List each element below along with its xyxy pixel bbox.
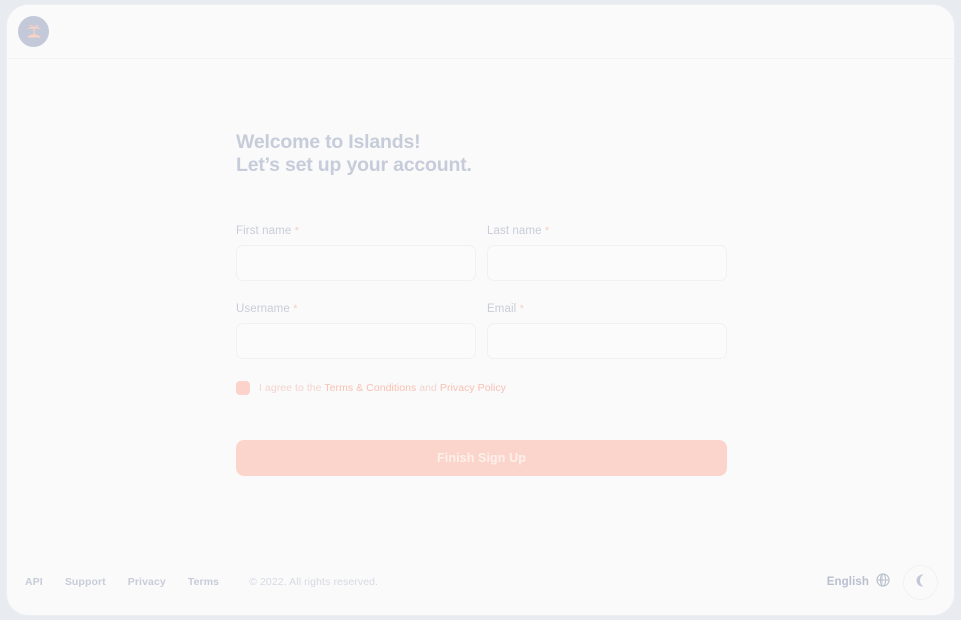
signup-form: First name * Last name * Username * Emai [236, 225, 727, 476]
field-username: Username * [236, 303, 476, 359]
footer-link-privacy[interactable]: Privacy [128, 576, 166, 588]
moon-icon [913, 573, 928, 591]
form-row-credentials: Username * Email * [236, 303, 727, 359]
username-label: Username * [236, 303, 476, 315]
email-label-text: Email [487, 303, 517, 315]
last-name-input[interactable] [487, 245, 727, 281]
first-name-label-text: First name [236, 225, 292, 237]
field-first-name: First name * [236, 225, 476, 281]
page-title: Welcome to Islands! Let’s set up your ac… [236, 131, 727, 177]
page-title-line-2: Let’s set up your account. [236, 154, 472, 176]
last-name-label-text: Last name [487, 225, 542, 237]
terms-conditions-link[interactable]: Terms & Conditions [324, 382, 416, 394]
terms-checkbox[interactable] [236, 381, 250, 395]
terms-conjunction: and [416, 382, 440, 394]
email-label: Email * [487, 303, 727, 315]
terms-text: I agree to the Terms & Conditions and Pr… [259, 382, 506, 394]
language-label: English [826, 576, 869, 588]
main-content: Welcome to Islands! Let’s set up your ac… [7, 59, 954, 549]
field-email: Email * [487, 303, 727, 359]
first-name-input[interactable] [236, 245, 476, 281]
globe-icon [876, 572, 890, 592]
required-indicator: * [544, 225, 550, 237]
copyright-text: © 2022. All rights reserved. [249, 576, 379, 588]
finish-sign-up-button[interactable]: Finish Sign Up [236, 440, 727, 476]
terms-prefix: I agree to the [259, 382, 325, 394]
privacy-policy-link[interactable]: Privacy Policy [440, 382, 506, 394]
footer-link-terms[interactable]: Terms [188, 576, 219, 588]
footer-link-api[interactable]: API [25, 576, 43, 588]
last-name-label: Last name * [487, 225, 727, 237]
required-indicator: * [294, 225, 300, 237]
dark-mode-toggle-button[interactable] [903, 564, 938, 600]
app-header [7, 5, 954, 59]
page-title-line-1: Welcome to Islands! [236, 131, 421, 153]
email-input[interactable] [487, 323, 727, 359]
field-last-name: Last name * [487, 225, 727, 281]
username-label-text: Username [236, 303, 290, 315]
footer-links: API Support Privacy Terms [25, 576, 219, 588]
app-footer: API Support Privacy Terms © 2022. All ri… [7, 549, 954, 615]
language-picker[interactable]: English [826, 572, 890, 592]
footer-link-support[interactable]: Support [65, 576, 106, 588]
username-input[interactable] [236, 323, 476, 359]
required-indicator: * [293, 303, 298, 315]
form-row-name: First name * Last name * [236, 225, 727, 281]
app-window: Welcome to Islands! Let’s set up your ac… [6, 4, 955, 616]
signup-panel: Welcome to Islands! Let’s set up your ac… [236, 131, 727, 476]
palm-tree-island-logo-icon[interactable] [18, 16, 49, 47]
required-indicator: * [519, 303, 524, 315]
first-name-label: First name * [236, 225, 476, 237]
terms-agreement-row: I agree to the Terms & Conditions and Pr… [236, 381, 727, 395]
